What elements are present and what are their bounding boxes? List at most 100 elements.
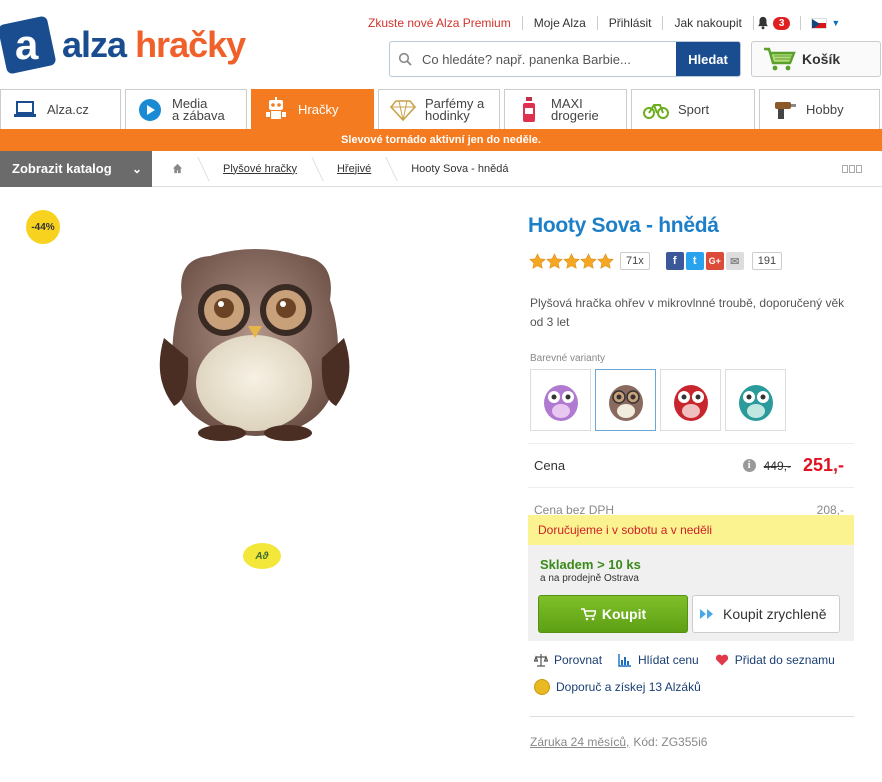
compare-label: Porovnat xyxy=(554,653,603,667)
share-buttons: f t G+ ✉ 191 xyxy=(665,252,783,270)
buy-button-label: Koupit xyxy=(601,606,647,622)
tab-sport[interactable]: Sport xyxy=(631,89,755,129)
facebook-icon[interactable]: f xyxy=(665,252,684,270)
czech-flag-icon xyxy=(811,17,828,29)
star-icon xyxy=(597,252,614,269)
share-count: 191 xyxy=(751,252,783,270)
tab-label: Parfémy a hodinky xyxy=(425,95,485,123)
stock-box: Skladem > 10 ks a na prodejně Ostrava Ko… xyxy=(528,545,854,641)
my-alza-link[interactable]: Moje Alza xyxy=(523,16,598,30)
premium-link[interactable]: Zkuste nové Alza Premium xyxy=(368,16,523,30)
product-description: Plyšová hračka ohřev v mikrovlnné troubě… xyxy=(530,296,845,329)
robot-icon xyxy=(262,96,290,124)
language-selector[interactable]: ▼ xyxy=(811,17,840,29)
buy-button[interactable]: Koupit xyxy=(538,595,688,633)
bell-icon xyxy=(758,16,768,30)
cart-label: Košík xyxy=(802,51,841,67)
breadcrumb-item-plysove[interactable]: Plyšové hračky xyxy=(203,151,317,187)
logo-mark: a xyxy=(0,15,57,75)
coin-icon xyxy=(534,679,550,695)
variant-purple[interactable] xyxy=(530,369,591,431)
tab-parfemy[interactable]: Parfémy a hodinky xyxy=(378,89,500,129)
logo-text: alza hračky xyxy=(62,24,246,66)
twitter-icon[interactable]: t xyxy=(685,252,704,270)
show-catalog-button[interactable]: Zobrazit katalog ⌄ xyxy=(0,150,152,187)
cart-icon xyxy=(580,608,596,621)
breadcrumb-trail: Plyšové hračky Hřejivé Hooty Sova - hněd… xyxy=(152,151,528,187)
heart-icon xyxy=(715,654,728,666)
play-icon xyxy=(136,96,164,124)
info-icon[interactable]: i xyxy=(742,459,756,472)
email-icon[interactable]: ✉ xyxy=(725,252,744,270)
quick-buy-label: Koupit zrychleně xyxy=(723,606,827,622)
chart-icon xyxy=(618,654,632,667)
drill-icon xyxy=(770,96,798,124)
home-icon[interactable] xyxy=(152,151,203,187)
price-row: Cena i 449,- 251,- xyxy=(528,443,854,487)
product-code: Kód: ZG355i6 xyxy=(633,735,708,749)
how-to-buy-link[interactable]: Jak nakoupit xyxy=(663,16,754,30)
breadcrumb: Zobrazit katalog ⌄ Plyšové hračky Hřejiv… xyxy=(0,150,882,187)
product-actions: Porovnat Hlídat cenu Přidat do seznamu xyxy=(534,653,851,667)
search-button[interactable]: Hledat xyxy=(676,42,740,76)
divider xyxy=(530,716,854,717)
diamond-icon xyxy=(389,96,417,124)
breadcrumb-item-hrejive[interactable]: Hřejivé xyxy=(317,151,391,187)
compare-link[interactable]: Porovnat xyxy=(534,653,602,667)
stock-status[interactable]: Skladem > 10 ks xyxy=(540,557,641,572)
variant-brown[interactable] xyxy=(595,369,656,431)
cart-icon xyxy=(764,47,796,71)
add-to-list-label: Přidat do seznamu xyxy=(734,653,835,667)
google-plus-icon[interactable]: G+ xyxy=(705,252,724,270)
recommend-link[interactable]: Doporuč a získej 13 Alzáků xyxy=(534,679,701,695)
watch-price-label: Hlídat cenu xyxy=(638,653,699,667)
variants-label: Barevné varianty xyxy=(530,353,606,364)
product-title: Hooty Sova - hnědá xyxy=(528,214,719,237)
cart-button[interactable]: Košík xyxy=(751,41,881,77)
tab-hracky[interactable]: Hračky xyxy=(251,89,374,129)
rating-stars[interactable] xyxy=(529,252,614,270)
alza-logo[interactable]: a alza hračky xyxy=(0,14,292,76)
price-values: i 449,- 251,- xyxy=(742,455,844,476)
quick-buy-button[interactable]: Koupit zrychleně xyxy=(692,595,840,633)
variant-red[interactable] xyxy=(660,369,721,431)
tab-label: Media a zábava xyxy=(172,95,225,123)
breadcrumb-item-current: Hooty Sova - hnědá xyxy=(411,162,509,175)
rating-count[interactable]: 71x xyxy=(620,252,650,270)
star-icon xyxy=(529,252,546,269)
scales-icon xyxy=(534,654,548,667)
tab-hobby[interactable]: Hobby xyxy=(759,89,880,129)
star-icon xyxy=(580,252,597,269)
logo-text-hracky: hračky xyxy=(135,24,246,65)
login-link[interactable]: Přihlásit xyxy=(598,16,664,30)
logo-mark-letter: a xyxy=(15,21,39,69)
search-icon xyxy=(390,42,420,76)
tab-drogerie[interactable]: MAXI drogerie xyxy=(504,89,627,129)
layout-toggle-icon[interactable] xyxy=(842,165,862,173)
store-availability: a na prodejně Ostrava xyxy=(540,573,639,584)
watch-price-link[interactable]: Hlídat cenu xyxy=(618,653,699,667)
star-icon xyxy=(546,252,563,269)
promo-banner[interactable]: Slevové tornádo aktivní jen do neděle. xyxy=(0,129,882,151)
logo-text-alza: alza xyxy=(62,24,127,65)
warranty-link[interactable]: Záruka 24 měsíců, xyxy=(530,735,629,749)
show-catalog-label: Zobrazit katalog xyxy=(12,161,112,176)
tab-label: Sport xyxy=(678,101,710,117)
tab-label: MAXI drogerie xyxy=(551,95,599,123)
current-price: 251,- xyxy=(802,455,844,475)
bottle-icon xyxy=(515,96,543,124)
tab-alza-cz[interactable]: Alza.cz xyxy=(0,89,121,129)
color-variants xyxy=(530,369,786,431)
tab-label: Hobby xyxy=(806,101,844,117)
tab-label: Hračky xyxy=(298,101,339,117)
rating-row: 71x f t G+ ✉ 191 xyxy=(529,252,783,270)
chevron-down-icon: ⌄ xyxy=(131,161,142,176)
tab-media[interactable]: Media a zábava xyxy=(125,89,247,129)
add-to-list-link[interactable]: Přidat do seznamu xyxy=(715,653,835,667)
search-input[interactable] xyxy=(420,42,676,76)
delivery-notice: Doručujeme i v sobotu a v neděli xyxy=(528,515,854,545)
variant-teal[interactable] xyxy=(725,369,786,431)
product-image[interactable] xyxy=(152,238,358,448)
notifications-button[interactable]: 3 xyxy=(756,16,802,30)
star-icon xyxy=(563,252,580,269)
